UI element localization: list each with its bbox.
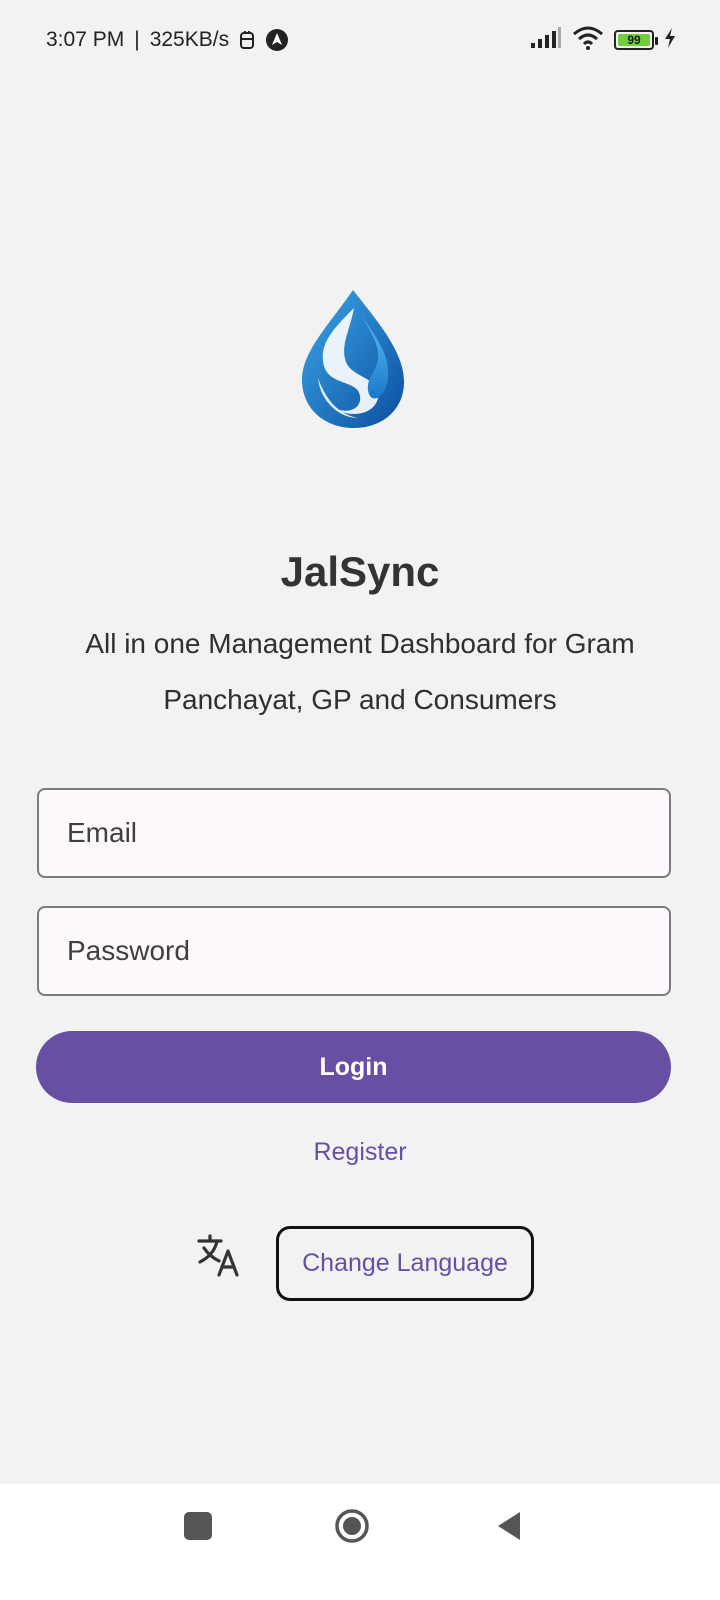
recents-icon[interactable] bbox=[184, 1512, 212, 1540]
status-bar: 3:07 PM | 325KB/s 99 bbox=[0, 0, 720, 80]
status-right: 99 bbox=[530, 26, 676, 55]
app-title: JalSync bbox=[280, 548, 440, 595]
status-separator: | bbox=[134, 28, 140, 51]
sim-icon bbox=[239, 30, 255, 50]
email-input[interactable] bbox=[67, 817, 641, 849]
battery-icon: 99 bbox=[614, 30, 658, 50]
water-drop-logo bbox=[298, 286, 408, 432]
home-icon[interactable] bbox=[334, 1508, 370, 1544]
status-left: 3:07 PM | 325KB/s bbox=[46, 28, 289, 52]
app-subtitle: All in one Management Dashboard for Gram… bbox=[85, 628, 635, 715]
register-link[interactable]: Register bbox=[0, 1138, 720, 1167]
password-input[interactable] bbox=[67, 935, 641, 967]
battery-level: 99 bbox=[618, 33, 650, 47]
back-icon[interactable] bbox=[494, 1510, 524, 1542]
login-screen: 3:07 PM | 325KB/s 99 JalSync All in one … bbox=[0, 0, 720, 1600]
status-network-speed: 325KB/s bbox=[149, 28, 230, 51]
email-field[interactable] bbox=[37, 788, 671, 878]
navigation-app-icon bbox=[265, 28, 289, 52]
password-field[interactable] bbox=[37, 906, 671, 996]
login-button[interactable]: Login bbox=[36, 1031, 671, 1103]
translate-icon[interactable] bbox=[196, 1233, 242, 1277]
charging-icon bbox=[664, 27, 676, 53]
wifi-icon bbox=[572, 26, 604, 55]
signal-icon bbox=[530, 26, 562, 54]
change-language-button[interactable]: Change Language bbox=[276, 1226, 534, 1301]
status-time: 3:07 PM bbox=[46, 28, 125, 51]
